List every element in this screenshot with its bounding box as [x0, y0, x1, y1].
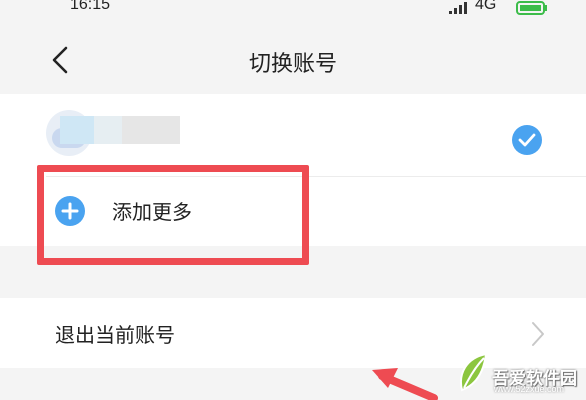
status-bar: 16:15 4G: [0, 0, 586, 22]
current-account-row[interactable]: [0, 94, 586, 176]
status-time: 16:15: [70, 0, 111, 13]
leaf-icon: [460, 352, 488, 392]
page-title: 切换账号: [248, 52, 337, 77]
blurred-account-name: [60, 116, 180, 144]
nav-bar: 切换账号: [0, 22, 586, 94]
battery-icon: [516, 1, 547, 15]
watermark-url: www.52zxue.com: [494, 384, 565, 394]
signal-icon: [449, 2, 467, 14]
arrow-icon: [372, 368, 438, 400]
logout-label: 退出当前账号: [55, 323, 175, 347]
highlight-box: [37, 165, 309, 265]
network-label: 4G: [475, 0, 497, 13]
watermark-logo: 吾爱软件园 www.52zxue.com: [452, 342, 586, 398]
check-icon: [512, 125, 542, 155]
